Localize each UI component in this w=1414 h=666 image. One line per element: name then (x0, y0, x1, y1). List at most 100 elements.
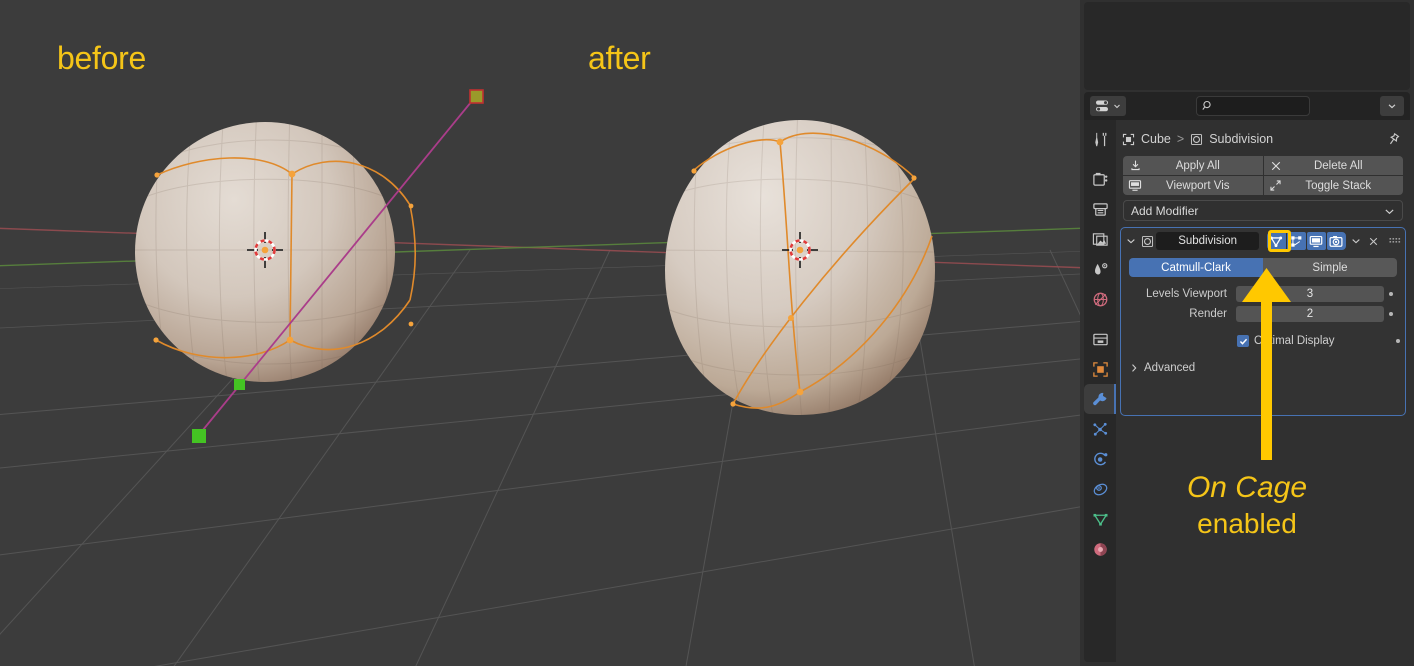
render-levels-field[interactable]: 2 (1236, 305, 1384, 322)
breadcrumb-modifier-name[interactable]: Subdivision (1209, 132, 1273, 146)
levels-viewport-label: Levels Viewport (1146, 287, 1227, 300)
properties-main: Cube > Subdivision Apply All Delete All … (1116, 120, 1410, 662)
levels-viewport-animate-dot[interactable] (1384, 291, 1398, 296)
chevron-down-icon (1388, 104, 1396, 109)
sidebar-item-render[interactable] (1084, 164, 1116, 194)
on-cage-toggle[interactable] (1266, 230, 1291, 252)
viewport-vis-label: Viewport Vis (1166, 179, 1230, 192)
scene-cone-icon (1094, 262, 1107, 274)
before-mesh (135, 122, 417, 382)
advanced-section-toggle[interactable]: Advanced (1129, 362, 1195, 374)
properties-editor: Cube > Subdivision Apply All Delete All … (1080, 0, 1414, 666)
sidebar-item-output[interactable] (1084, 194, 1116, 224)
tool-icon (1094, 132, 1106, 146)
modifier-drag-handle[interactable] (1387, 236, 1403, 246)
delete-all-button[interactable]: Delete All (1263, 156, 1403, 175)
close-x-icon (1369, 237, 1378, 245)
close-x-icon (1264, 160, 1288, 172)
subdivision-type-catmull-clark[interactable]: Catmull-Clark (1129, 258, 1263, 277)
apply-down-icon (1123, 159, 1147, 172)
subdivision-type-simple[interactable]: Simple (1263, 258, 1397, 277)
toggle-stack-button[interactable]: Toggle Stack (1263, 176, 1403, 195)
modifier-expand-toggle[interactable] (1123, 236, 1139, 246)
chevron-down-icon (1351, 239, 1360, 244)
curve-handle-mid (234, 379, 245, 390)
sidebar-item-physics[interactable] (1084, 444, 1116, 474)
viewport-canvas (0, 89, 1080, 666)
levels-viewport-row: Levels Viewport 3 (1129, 285, 1405, 302)
edit-mode-toggle[interactable] (1286, 232, 1306, 250)
sidebar-item-tool[interactable] (1084, 124, 1116, 154)
modifier-extras-button[interactable] (1348, 236, 1364, 246)
on-cage-icon (1270, 235, 1283, 247)
edit-mode-icon (1291, 235, 1302, 247)
curve-handle-end (469, 89, 484, 104)
apply-all-button[interactable]: Apply All (1123, 156, 1263, 175)
render-levels-animate-dot[interactable] (1384, 311, 1398, 316)
after-mesh (665, 120, 935, 415)
breadcrumb-object-name[interactable]: Cube (1141, 132, 1171, 146)
chevron-down-icon (1127, 239, 1135, 244)
sidebar-item-view-layer[interactable] (1084, 224, 1116, 254)
check-icon (1239, 338, 1247, 345)
properties-body: Cube > Subdivision Apply All Delete All … (1084, 92, 1410, 662)
properties-editor-icon (1096, 100, 1108, 112)
subdivision-type-toggle: Catmull-Clark Simple (1129, 258, 1397, 277)
sidebar-item-world[interactable] (1084, 284, 1116, 314)
monitor-icon (1309, 235, 1323, 247)
label-before: before (57, 40, 146, 76)
drag-dots-icon (1389, 238, 1401, 243)
physics-orbit-icon (1093, 452, 1107, 465)
search-input[interactable] (1196, 96, 1310, 116)
expand-arrows-icon (1264, 179, 1288, 192)
filter-dropdown-button[interactable] (1380, 96, 1404, 116)
modifier-close-button[interactable] (1366, 236, 1382, 247)
printer-icon (1092, 202, 1108, 216)
modifier-circle-icon (1191, 133, 1203, 145)
constraint-icon (1093, 483, 1107, 495)
chevron-down-icon (1114, 104, 1120, 109)
top-empty-area (1084, 2, 1410, 90)
optimal-display-label: Optimal Display (1254, 335, 1335, 347)
properties-tab-strip (1084, 120, 1116, 662)
sidebar-item-collection[interactable] (1084, 324, 1116, 354)
modifier-name-field[interactable]: Subdivision (1156, 232, 1259, 250)
realtime-toggle[interactable] (1306, 232, 1326, 250)
levels-viewport-field[interactable]: 3 (1236, 285, 1384, 302)
camera-icon (1329, 235, 1343, 247)
editor-type-button[interactable] (1090, 96, 1126, 116)
object-square-icon (1122, 133, 1135, 145)
sidebar-item-constraints[interactable] (1084, 474, 1116, 504)
modifier-circle-icon (1139, 235, 1157, 248)
modifier-header: Subdivision (1123, 230, 1403, 252)
breadcrumb: Cube > Subdivision (1116, 128, 1410, 150)
add-modifier-button[interactable]: Add Modifier (1123, 200, 1403, 221)
images-icon (1092, 232, 1108, 246)
3d-viewport[interactable]: before after (0, 0, 1080, 666)
render-levels-row: Render 2 (1129, 305, 1405, 322)
advanced-label: Advanced (1144, 362, 1196, 374)
curve-handle-start (192, 429, 206, 443)
render-levels-label: Render (1189, 307, 1227, 320)
sidebar-item-modifiers[interactable] (1084, 384, 1116, 414)
camera-back-icon (1092, 172, 1107, 186)
wrench-icon (1092, 392, 1107, 405)
optimal-display-checkbox[interactable] (1237, 335, 1249, 347)
render-toggle[interactable] (1326, 232, 1346, 250)
optimal-display-animate-dot[interactable] (1391, 339, 1405, 343)
sidebar-item-material[interactable] (1084, 534, 1116, 564)
sidebar-item-object-data[interactable] (1084, 504, 1116, 534)
mesh-data-icon (1093, 513, 1107, 526)
modifier-display-toggles (1266, 230, 1346, 252)
sidebar-item-object[interactable] (1084, 354, 1116, 384)
particles-icon (1092, 422, 1107, 436)
sidebar-item-particles[interactable] (1084, 414, 1116, 444)
chevron-down-icon (1384, 206, 1395, 220)
add-modifier-label: Add Modifier (1131, 203, 1199, 218)
sidebar-item-scene[interactable] (1084, 254, 1116, 284)
viewport-vis-button[interactable]: Viewport Vis (1123, 176, 1263, 195)
breadcrumb-separator: > (1176, 132, 1185, 146)
toggle-stack-label: Toggle Stack (1305, 179, 1372, 192)
pin-icon[interactable] (1386, 132, 1401, 151)
chevron-right-icon (1132, 364, 1137, 372)
